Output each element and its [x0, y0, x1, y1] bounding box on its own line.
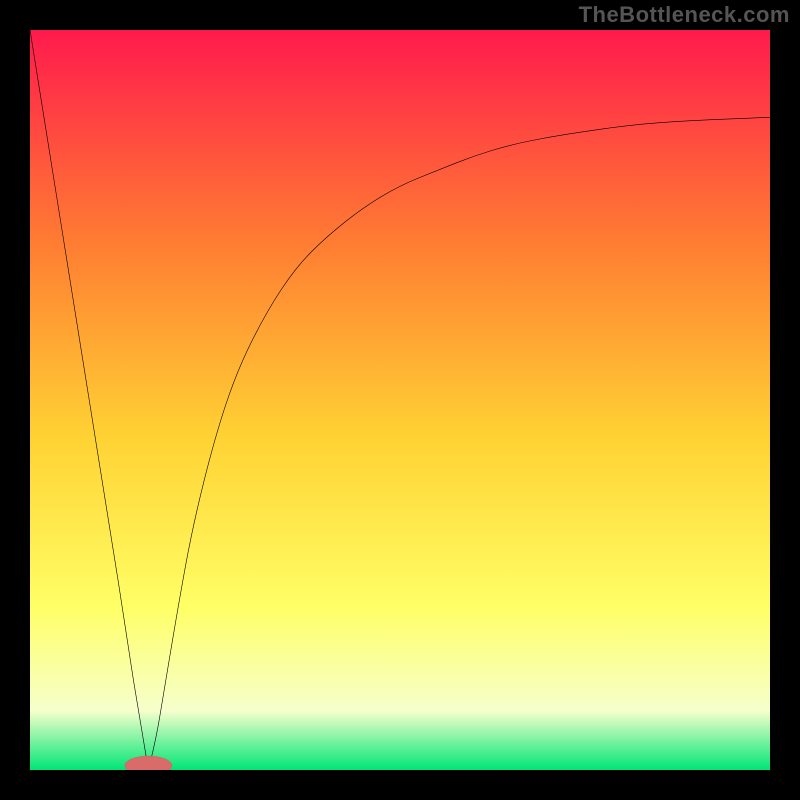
chart-svg: [30, 30, 770, 770]
plot-area: [30, 30, 770, 770]
gradient-background: [30, 30, 770, 770]
watermark-text: TheBottleneck.com: [579, 2, 790, 28]
chart-frame: TheBottleneck.com: [0, 0, 800, 800]
